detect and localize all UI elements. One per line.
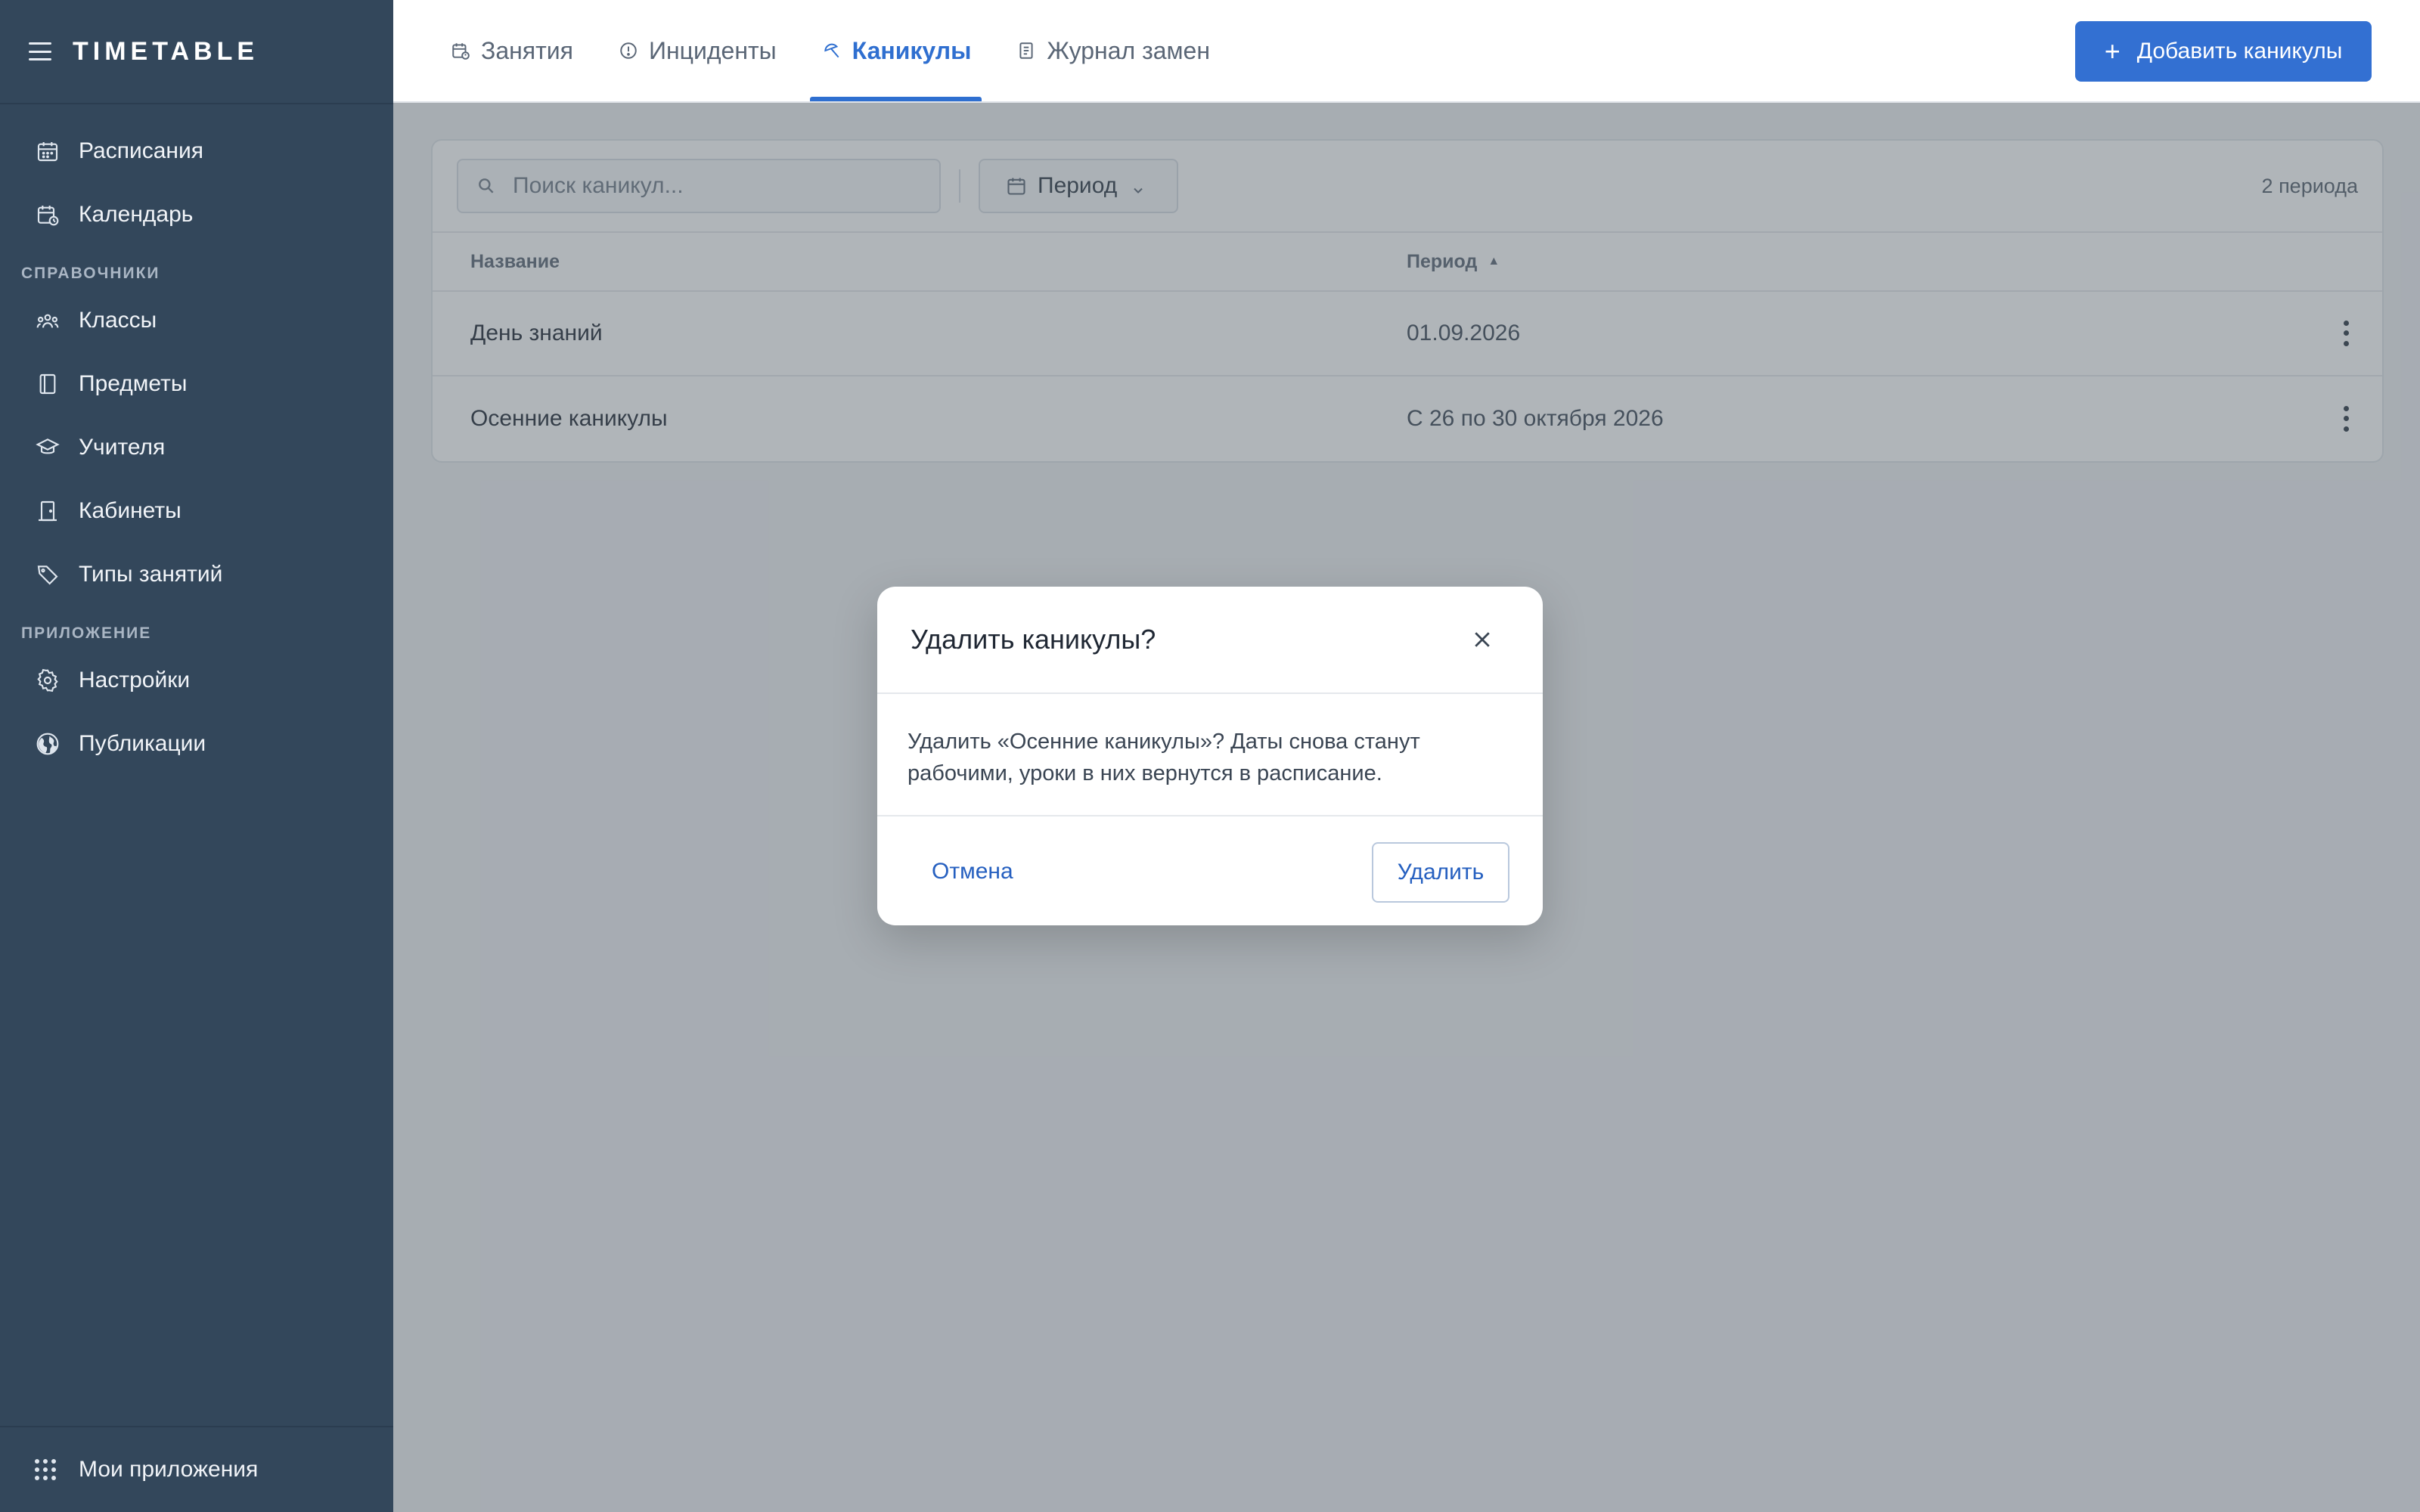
sidebar-item-lesson-types[interactable]: Типы занятий	[0, 543, 393, 606]
sidebar-item-label: Календарь	[79, 202, 194, 227]
add-holidays-button[interactable]: + Добавить каникулы	[2075, 21, 2372, 82]
tab-label: Каникулы	[852, 36, 972, 64]
tab-incidents[interactable]: Инциденты	[607, 0, 787, 101]
calendar-clock-icon	[35, 202, 60, 228]
sidebar-item-label: Учителя	[79, 435, 166, 460]
sidebar-item-label: Расписания	[79, 138, 203, 163]
dialog-message: Удалить «Осенние каникулы»? Даты снова с…	[877, 694, 1543, 816]
sidebar-section-app: ПРИЛОЖЕНИЕ	[21, 624, 152, 642]
group-icon	[35, 308, 60, 333]
sidebar-item-label: Предметы	[79, 371, 188, 396]
beach-umbrella-icon	[821, 39, 843, 62]
delete-button[interactable]: Удалить	[1372, 842, 1509, 903]
sidebar-item-settings[interactable]: Настройки	[0, 649, 393, 712]
sidebar-item-calendar[interactable]: Календарь	[0, 183, 393, 246]
close-icon[interactable]	[1467, 624, 1497, 655]
calendar-clock-icon	[449, 39, 472, 62]
tab-label: Занятия	[481, 36, 573, 64]
globe-icon	[35, 731, 60, 757]
sidebar-section-references: СПРАВОЧНИКИ	[21, 265, 160, 282]
calendar-grid-icon	[35, 138, 60, 164]
tag-icon	[35, 562, 60, 587]
tab-lessons[interactable]: Занятия	[439, 0, 584, 101]
door-icon	[35, 498, 60, 524]
hamburger-menu-icon[interactable]	[29, 42, 51, 60]
sidebar-item-label: Кабинеты	[79, 498, 182, 523]
plus-icon: +	[2104, 36, 2121, 67]
apps-grid-icon	[35, 1457, 60, 1483]
app-brand: TIMETABLE	[73, 36, 259, 66]
sidebar: TIMETABLE Расписания Календарь СПРАВОЧНИ…	[0, 0, 393, 1512]
cancel-button[interactable]: Отмена	[904, 842, 1041, 901]
sidebar-item-rooms[interactable]: Кабинеты	[0, 479, 393, 543]
tab-substitutions-log[interactable]: Журнал замен	[1004, 0, 1221, 101]
dialog-title: Удалить каникулы?	[911, 624, 1156, 655]
dialog-footer: Отмена Удалить	[877, 816, 1543, 925]
tab-label: Инциденты	[648, 36, 777, 64]
sidebar-item-label: Классы	[79, 308, 157, 333]
sidebar-item-label: Мои приложения	[79, 1457, 259, 1482]
sidebar-header: TIMETABLE	[0, 0, 393, 104]
sidebar-item-teachers[interactable]: Учителя	[0, 416, 393, 479]
sidebar-item-label: Настройки	[79, 668, 191, 692]
gear-icon	[35, 668, 60, 693]
add-holidays-label: Добавить каникулы	[2136, 39, 2343, 64]
dialog-header: Удалить каникулы?	[877, 587, 1543, 694]
top-navigation: Занятия Инциденты Каникулы Журнал замен …	[393, 0, 2420, 103]
sidebar-item-schedules[interactable]: Расписания	[0, 119, 393, 183]
sidebar-item-label: Типы занятий	[79, 562, 223, 587]
delete-holidays-dialog: Удалить каникулы? Удалить «Осенние каник…	[877, 587, 1543, 925]
book-icon	[35, 371, 60, 397]
alert-circle-icon	[617, 39, 640, 62]
graduation-cap-icon	[35, 435, 60, 460]
sidebar-item-subjects[interactable]: Предметы	[0, 352, 393, 416]
sidebar-item-my-apps[interactable]: Мои приложения	[0, 1426, 393, 1512]
tab-label: Журнал замен	[1047, 36, 1211, 64]
sidebar-item-publications[interactable]: Публикации	[0, 712, 393, 776]
sidebar-item-classes[interactable]: Классы	[0, 289, 393, 352]
journal-icon	[1015, 39, 1038, 62]
sidebar-item-label: Публикации	[79, 731, 206, 756]
tab-holidays[interactable]: Каникулы	[809, 0, 982, 101]
